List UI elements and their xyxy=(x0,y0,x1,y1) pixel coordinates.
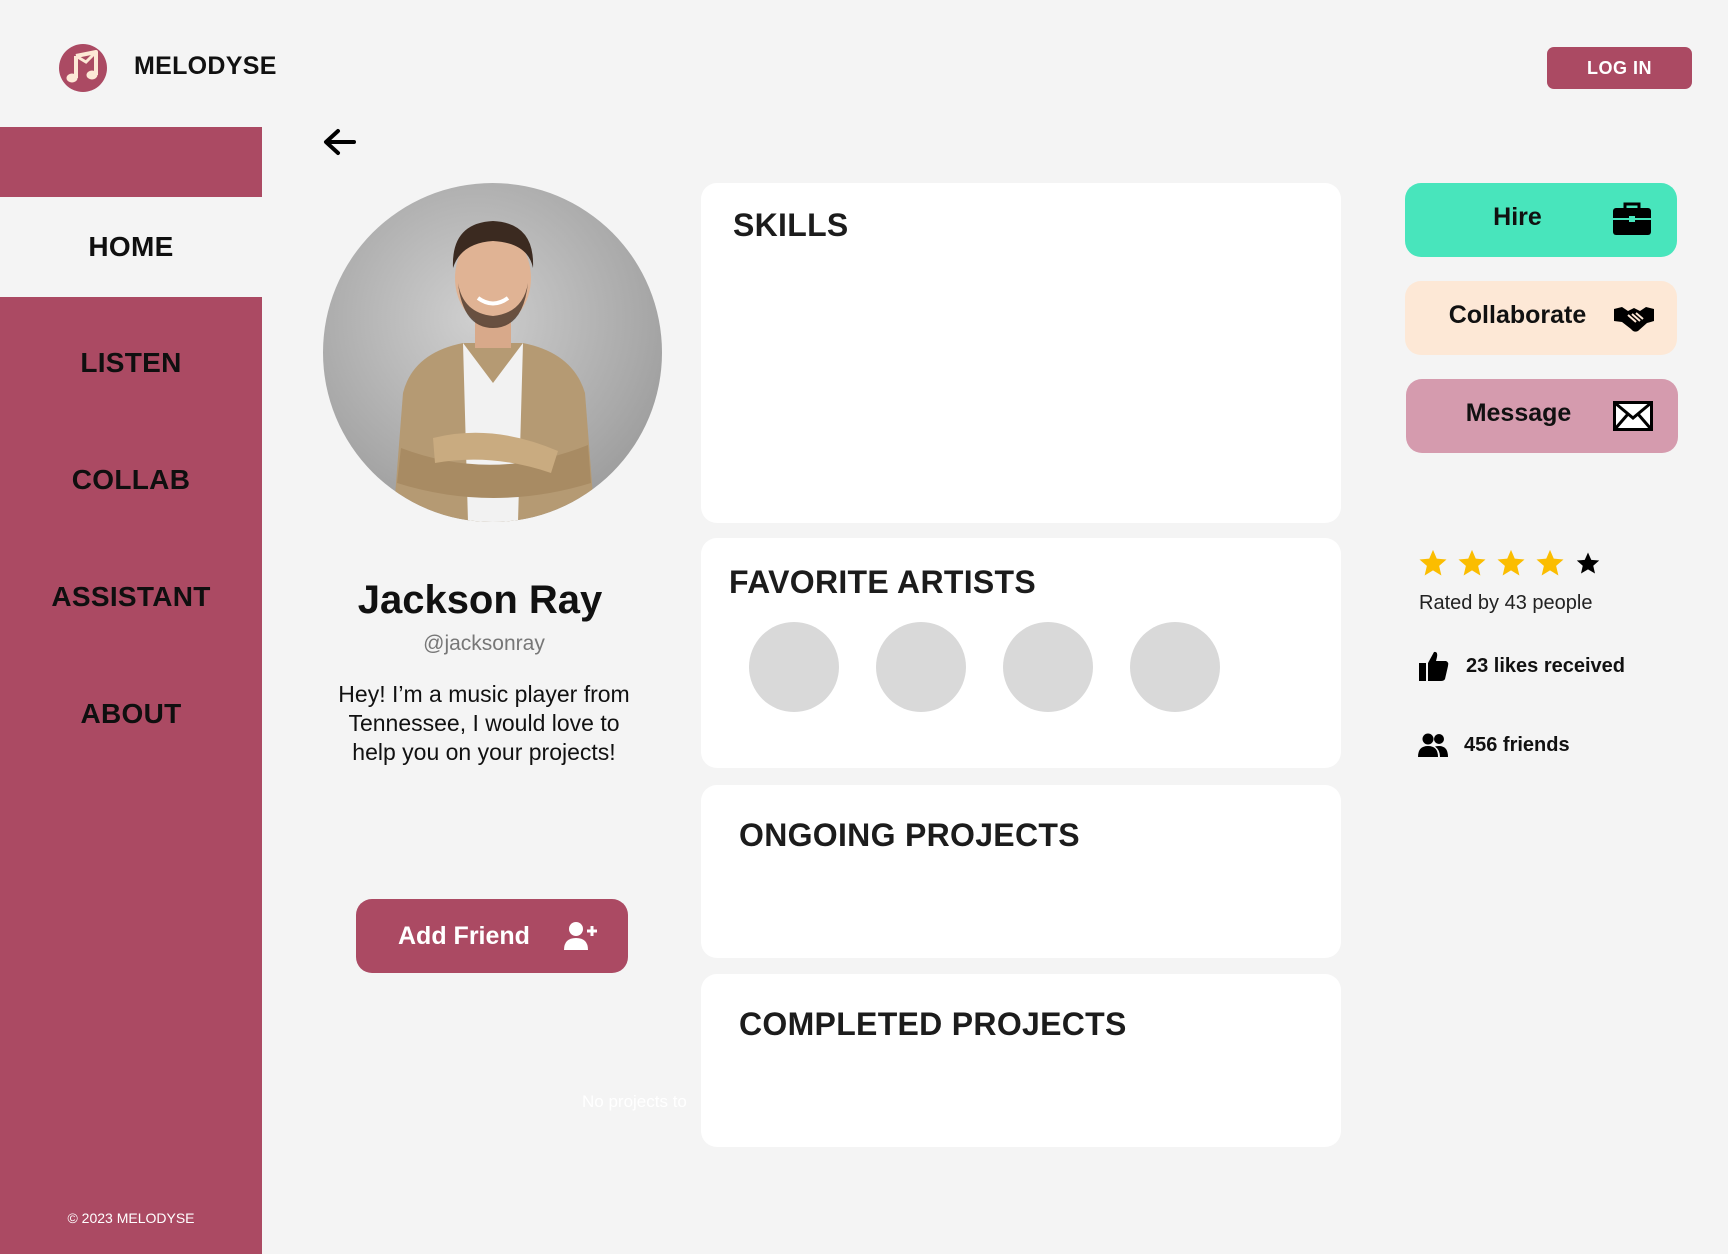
add-user-icon xyxy=(564,922,597,950)
sidebar-item-collab[interactable]: COLLAB xyxy=(0,430,262,530)
star-filled-icon xyxy=(1419,549,1447,576)
favorite-artists-card: FAVORITE ARTISTS xyxy=(701,538,1341,768)
collaborate-button[interactable]: Collaborate xyxy=(1405,281,1677,355)
sidebar-top-band xyxy=(0,127,262,197)
add-friend-button[interactable]: Add Friend xyxy=(356,899,628,973)
empty-projects-hint: No projects to xyxy=(582,1092,687,1111)
hire-label: Hire xyxy=(1493,203,1542,231)
profile-handle: @jacksonray xyxy=(423,632,545,655)
sidebar: HOME LISTEN COLLAB ASSISTANT ABOUT © 202… xyxy=(0,127,262,1254)
brand-name: MELODYSE xyxy=(134,52,277,80)
friends-stat: 456 friends xyxy=(1418,733,1570,757)
handshake-icon xyxy=(1614,307,1654,332)
sidebar-item-assistant[interactable]: ASSISTANT xyxy=(0,547,262,647)
star-empty-icon xyxy=(1576,552,1600,574)
completed-projects-title: COMPLETED PROJECTS xyxy=(739,1006,1127,1042)
artist-avatar[interactable] xyxy=(876,622,966,712)
rating-stars xyxy=(1418,548,1602,578)
music-note-icon xyxy=(59,44,107,92)
sidebar-item-listen[interactable]: LISTEN xyxy=(0,313,262,413)
collaborate-label: Collaborate xyxy=(1448,301,1587,329)
add-friend-label: Add Friend xyxy=(398,921,530,950)
people-icon xyxy=(1418,733,1448,757)
star-filled-icon xyxy=(1458,549,1486,576)
profile-name: Jackson Ray xyxy=(357,578,603,622)
skills-card: SKILLS xyxy=(701,183,1341,523)
back-arrow-icon[interactable] xyxy=(320,126,360,158)
sidebar-item-home[interactable]: HOME xyxy=(0,197,262,297)
artist-avatar[interactable] xyxy=(749,622,839,712)
message-label: Message xyxy=(1465,399,1572,427)
ongoing-projects-title: ONGOING PROJECTS xyxy=(739,817,1080,853)
artist-avatar[interactable] xyxy=(1130,622,1220,712)
favorite-artists-title: FAVORITE ARTISTS xyxy=(729,564,1037,600)
friends-text: 456 friends xyxy=(1464,733,1570,756)
login-button[interactable]: LOG IN xyxy=(1547,47,1692,89)
copyright: © 2023 MELODYSE xyxy=(67,1210,195,1226)
profile-avatar xyxy=(323,183,662,522)
star-filled-icon xyxy=(1536,549,1564,576)
rated-by-text: Rated by 43 people xyxy=(1419,592,1593,614)
ongoing-projects-card: ONGOING PROJECTS xyxy=(701,785,1341,958)
likes-text: 23 likes received xyxy=(1466,654,1626,677)
profile-bio: Hey! I’m a music player from Tennessee, … xyxy=(338,681,630,765)
briefcase-icon xyxy=(1613,202,1651,235)
hire-button[interactable]: Hire xyxy=(1405,183,1677,257)
star-filled-icon xyxy=(1497,549,1525,576)
message-button[interactable]: Message xyxy=(1406,379,1678,453)
completed-projects-card: COMPLETED PROJECTS xyxy=(701,974,1341,1147)
thumbs-up-icon xyxy=(1419,651,1449,681)
sidebar-item-about[interactable]: ABOUT xyxy=(0,664,262,764)
envelope-icon xyxy=(1613,401,1653,431)
artist-avatar[interactable] xyxy=(1003,622,1093,712)
skills-title: SKILLS xyxy=(733,207,849,243)
likes-stat: 23 likes received xyxy=(1418,650,1625,682)
